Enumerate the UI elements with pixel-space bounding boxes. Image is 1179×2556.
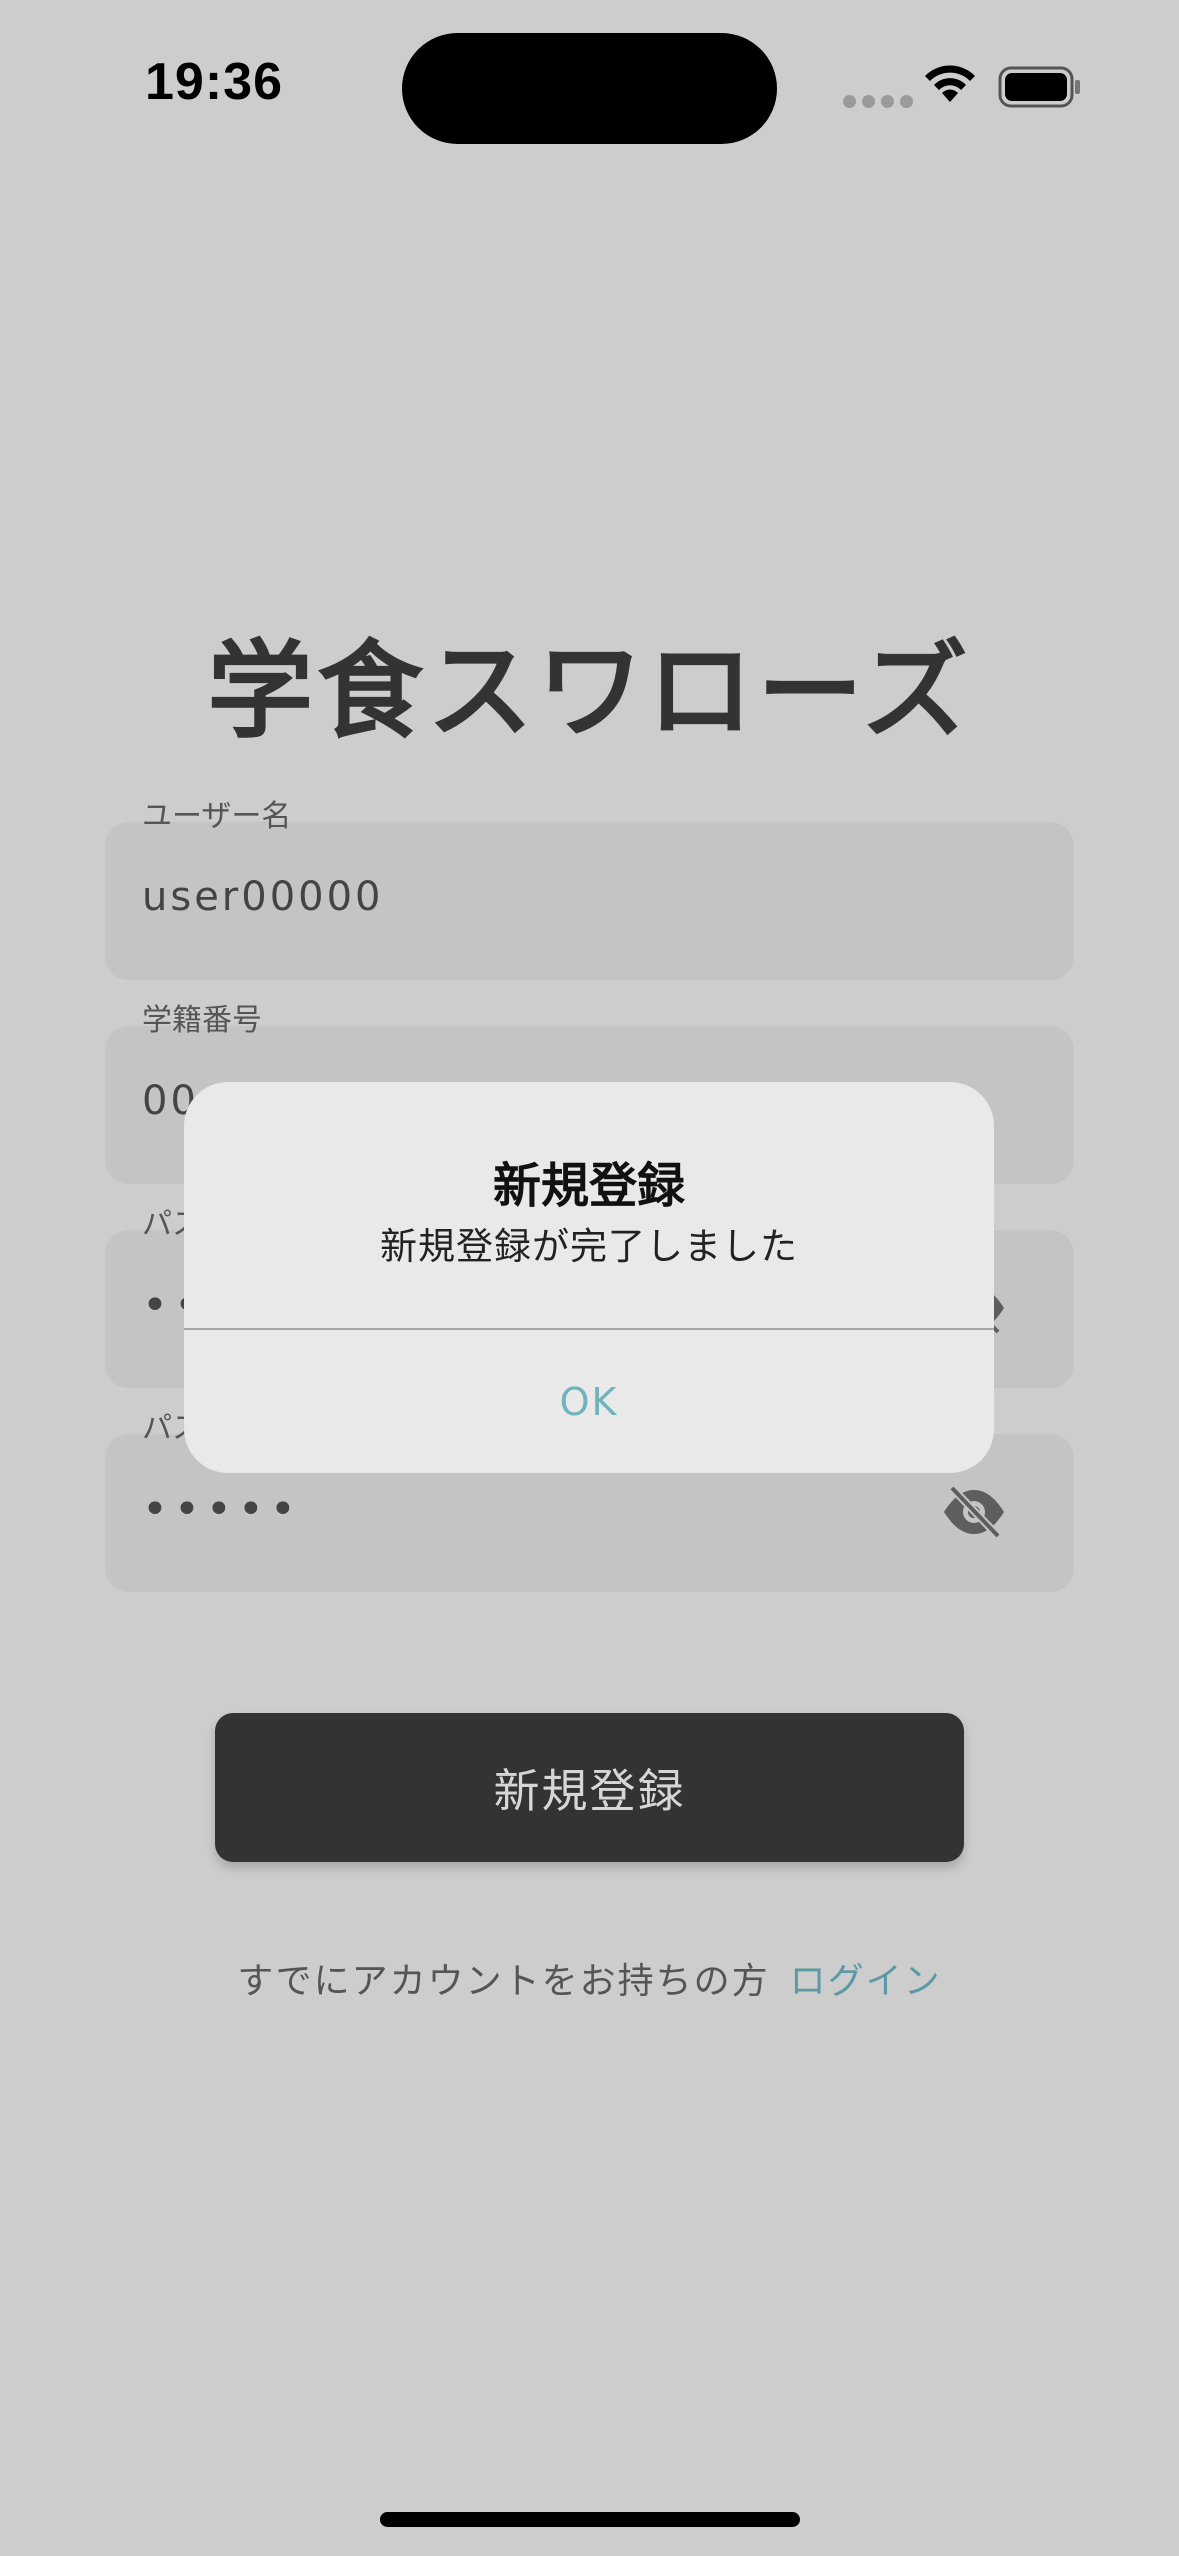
- alert-message: 新規登録が完了しました: [380, 1225, 798, 1268]
- username-label: ユーザー名: [142, 799, 292, 834]
- login-link[interactable]: ログイン: [790, 1952, 942, 2004]
- dynamic-island: [402, 33, 777, 144]
- alert-title: 新規登録: [492, 1158, 685, 1214]
- wifi-icon: [925, 65, 975, 102]
- login-row: すでにアカウントをお持ちの方 ログイン: [0, 1952, 1179, 2004]
- cellular-signal-icon: [843, 95, 913, 108]
- home-indicator[interactable]: [380, 2512, 800, 2527]
- status-time: 19:36: [145, 53, 283, 111]
- eye-slash-icon[interactable]: [940, 1484, 1008, 1540]
- student-id-label: 学籍番号: [142, 1003, 262, 1038]
- username-field[interactable]: ユーザー名 user00000: [105, 802, 1074, 980]
- battery-icon: [998, 66, 1080, 108]
- registration-alert-dialog: 新規登録 新規登録が完了しました OK: [184, 1082, 994, 1473]
- login-prompt: すでにアカウントをお持ちの方: [237, 1961, 770, 2002]
- alert-ok-button[interactable]: OK: [184, 1330, 994, 1473]
- username-value: user00000: [142, 874, 384, 920]
- register-button[interactable]: 新規登録: [215, 1713, 964, 1862]
- app-title: 学食スワローズ: [207, 630, 972, 753]
- password-confirm-value: •••••: [142, 1484, 302, 1535]
